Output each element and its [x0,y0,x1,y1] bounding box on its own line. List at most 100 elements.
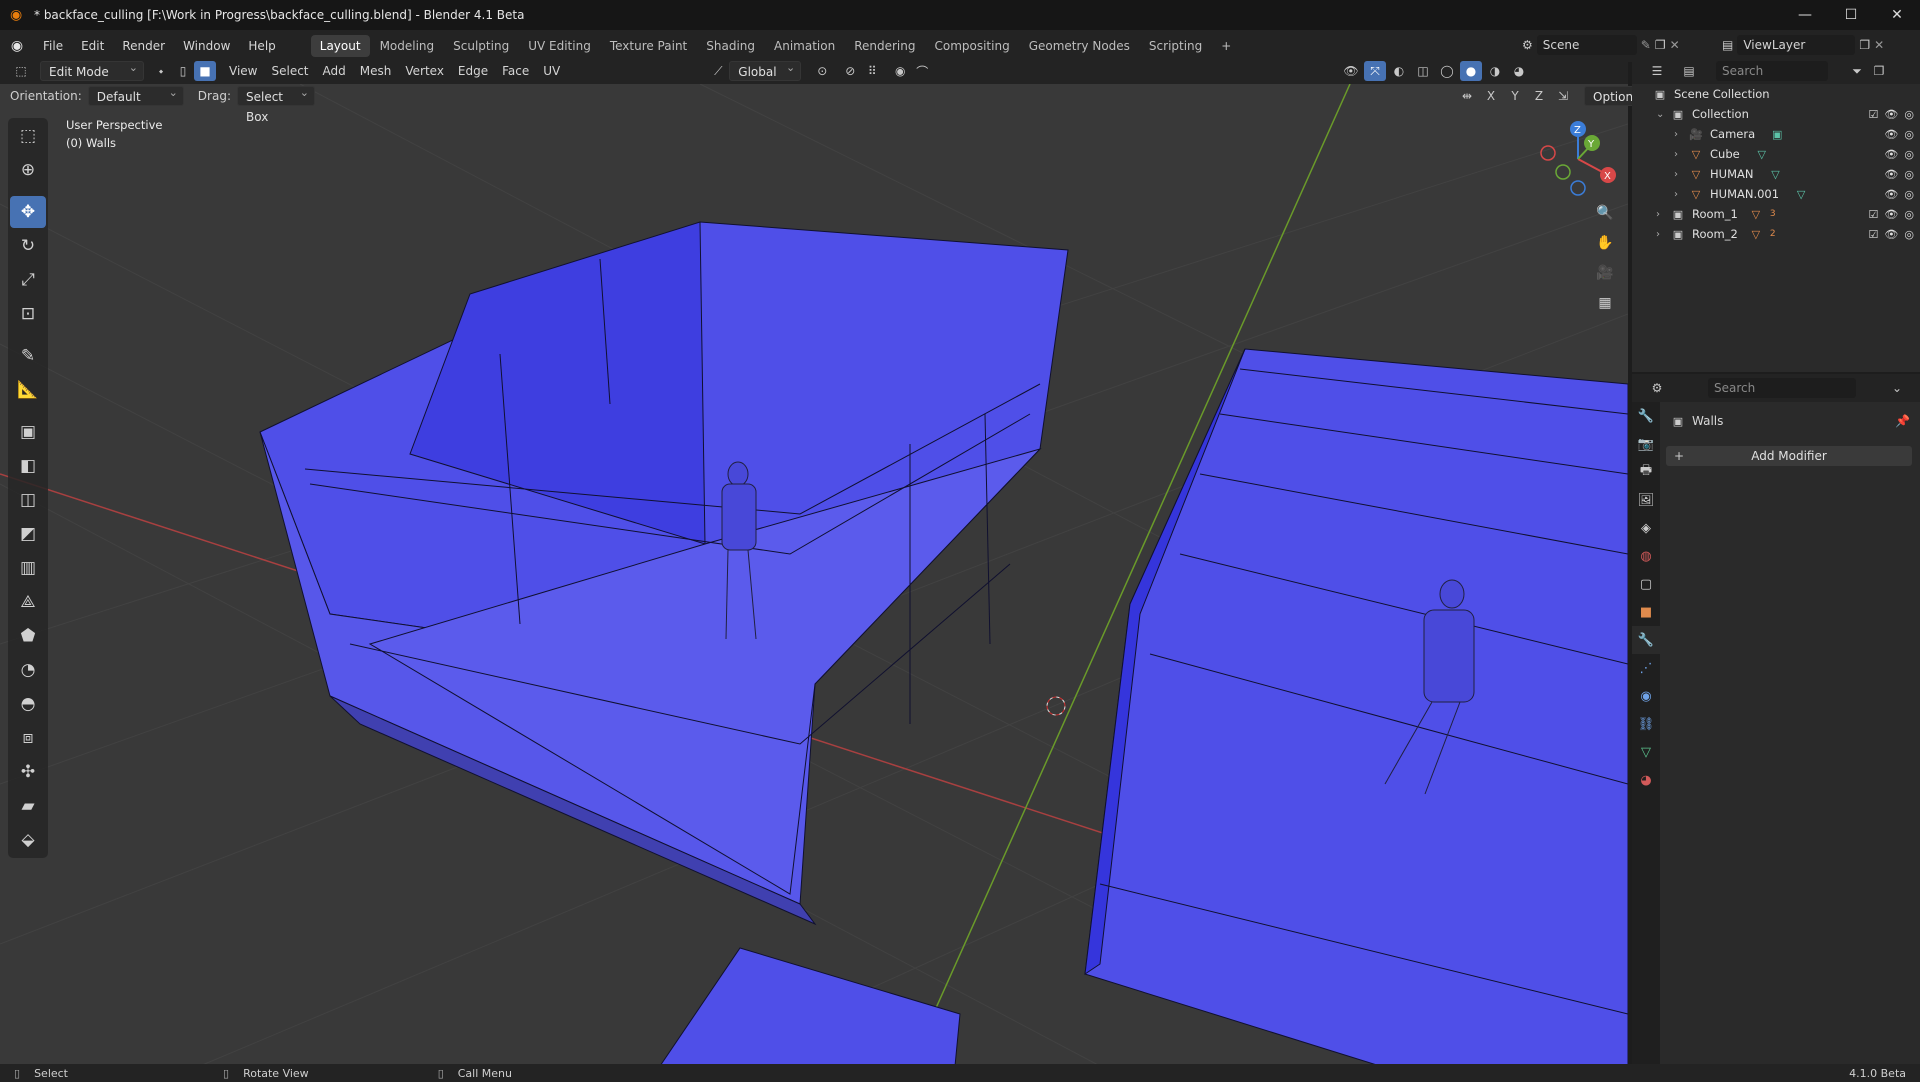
outliner-editor-icon[interactable]: ☰ [1646,61,1668,81]
tab-geometry-nodes[interactable]: Geometry Nodes [1020,35,1139,57]
modifier-tab-icon[interactable]: 🔧 [1632,626,1660,654]
xray-icon[interactable]: ◫ [1412,61,1434,81]
scene-name-field[interactable]: Scene [1536,35,1637,55]
camera-icon[interactable]: ◎ [1904,188,1914,201]
scale-tool-icon[interactable]: ⤢ [10,264,46,296]
scene-tab-icon[interactable]: ◈ [1632,514,1660,542]
topology-mirror-icon[interactable]: ⇲ [1552,86,1574,106]
eye-icon[interactable]: 👁 [1884,228,1898,241]
material-shading-icon[interactable]: ◑ [1484,61,1506,81]
menu-vertex[interactable]: Vertex [398,61,451,81]
expand-arrow-icon[interactable]: › [1674,149,1688,160]
menu-help[interactable]: Help [239,34,284,58]
add-workspace-icon[interactable]: + [1212,35,1240,57]
knife-tool-icon[interactable]: ⟁ [10,586,46,618]
collection-tab-icon[interactable]: ▢ [1632,570,1660,598]
output-tab-icon[interactable]: 🖶 [1632,458,1660,486]
solid-shading-icon[interactable]: ● [1460,61,1482,81]
select-box-tool-icon[interactable]: ⬚ [10,120,46,152]
loop-cut-tool-icon[interactable]: ▥ [10,552,46,584]
new-view-layer-icon[interactable]: ❐ [1859,38,1870,52]
minimize-button[interactable]: — [1782,0,1828,30]
wireframe-shading-icon[interactable]: ◯ [1436,61,1458,81]
proportional-edit-icon[interactable]: ◉ [889,61,911,81]
menu-edge[interactable]: Edge [451,61,495,81]
filter-icon[interactable]: ⏷ [1846,61,1868,81]
bevel-tool-icon[interactable]: ◩ [10,518,46,550]
menu-mesh[interactable]: Mesh [353,61,399,81]
checkbox-icon[interactable]: ☑ [1869,228,1879,241]
snap-icon[interactable]: ⊘ [839,61,861,81]
perspective-toggle-icon[interactable]: ▦ [1592,290,1618,316]
outliner-row-human-001[interactable]: › ▽ HUMAN.001 ▽ 👁 ◎ [1632,184,1920,204]
menu-select[interactable]: Select [264,61,315,81]
menu-add[interactable]: Add [316,61,353,81]
menu-uv[interactable]: UV [536,61,567,81]
eye-icon[interactable]: 👁 [1884,208,1898,221]
tab-modeling[interactable]: Modeling [371,35,444,57]
poly-build-tool-icon[interactable]: ⬟ [10,620,46,652]
view-layer-field[interactable]: ViewLayer [1737,35,1856,55]
add-modifier-button[interactable]: + Add Modifier [1666,446,1912,466]
outliner-row-room-2[interactable]: › ▣ Room_2 ▽ 2 ☑ 👁 ◎ [1632,224,1920,244]
expand-arrow-icon[interactable]: › [1674,169,1688,180]
menu-file[interactable]: File [34,34,72,58]
menu-face[interactable]: Face [495,61,536,81]
tool-tab-icon[interactable]: 🔧 [1632,402,1660,430]
delete-scene-icon[interactable]: ✕ [1670,38,1680,52]
add-cube-tool-icon[interactable]: ▣ [10,416,46,448]
transform-orientation-dropdown[interactable]: Global [729,58,802,81]
mirror-x-toggle[interactable]: X [1480,86,1502,106]
world-tab-icon[interactable]: ◍ [1632,542,1660,570]
constraints-tab-icon[interactable]: ⛓ [1632,710,1660,738]
eye-icon[interactable]: 👁 [1884,168,1898,181]
mirror-icon[interactable]: ⇹ [1456,86,1478,106]
editor-type-icon[interactable]: ⬚ [10,61,32,81]
close-button[interactable]: ✕ [1874,0,1920,30]
new-scene-icon[interactable]: ❐ [1655,38,1666,52]
outliner-row-collection[interactable]: ⌄ ▣ Collection ☑ 👁 ◎ [1632,104,1920,124]
expand-arrow-icon[interactable]: › [1674,129,1688,140]
render-tab-icon[interactable]: 📷 [1632,430,1660,458]
tab-layout[interactable]: Layout [310,35,370,57]
blender-menu-icon[interactable]: ◉ [0,38,34,54]
rotate-tool-icon[interactable]: ↻ [10,230,46,262]
tab-texture-paint[interactable]: Texture Paint [601,35,696,57]
camera-view-icon[interactable]: 🎥 [1592,260,1618,286]
view-layer-tab-icon[interactable]: 🖼 [1632,486,1660,514]
view-layer-icon[interactable]: ▤ [1722,38,1733,52]
overlay-icon[interactable]: ◐ [1388,61,1410,81]
tab-compositing[interactable]: Compositing [925,35,1018,57]
physics-tab-icon[interactable]: ◉ [1632,682,1660,710]
extrude-tool-icon[interactable]: ◧ [10,450,46,482]
checkbox-icon[interactable]: ☑ [1869,108,1879,121]
inset-tool-icon[interactable]: ◫ [10,484,46,516]
orientation-dropdown[interactable]: Default [87,83,184,106]
outliner-search-input[interactable]: Search [1716,61,1828,81]
camera-icon[interactable]: ◎ [1904,108,1914,121]
drag-dropdown[interactable]: Select Box [236,83,315,124]
outliner-row-camera[interactable]: › 🎥 Camera ▣ 👁 ◎ [1632,124,1920,144]
menu-edit[interactable]: Edit [72,34,113,58]
annotate-tool-icon[interactable]: ✎ [10,340,46,372]
outliner-row-room-1[interactable]: › ▣ Room_1 ▽ 3 ☑ 👁 ◎ [1632,204,1920,224]
camera-icon[interactable]: ◎ [1904,168,1914,181]
pivot-point-icon[interactable]: ⊙ [811,61,833,81]
zoom-icon[interactable]: 🔍 [1592,200,1618,226]
outliner-row-human[interactable]: › ▽ HUMAN ▽ 👁 ◎ [1632,164,1920,184]
delete-view-layer-icon[interactable]: ✕ [1874,38,1884,52]
gizmo-toggle-icon[interactable]: ⤧ [1364,61,1386,81]
edge-select-icon[interactable]: ▯ [172,61,194,81]
shear-tool-icon[interactable]: ▰ [10,790,46,822]
falloff-icon[interactable]: ⌒ [911,61,933,81]
properties-options-icon[interactable]: ⌄ [1886,378,1908,398]
snap-target-icon[interactable]: ⠿ [861,61,883,81]
expand-arrow-icon[interactable]: › [1674,189,1688,200]
pin-icon[interactable]: ✎ [1641,38,1651,52]
particles-tab-icon[interactable]: ⋰ [1632,654,1660,682]
camera-icon[interactable]: ◎ [1904,228,1914,241]
properties-search-input[interactable]: Search [1708,378,1856,398]
measure-tool-icon[interactable]: 📐 [10,374,46,406]
eye-icon[interactable]: 👁 [1884,188,1898,201]
camera-icon[interactable]: ◎ [1904,148,1914,161]
